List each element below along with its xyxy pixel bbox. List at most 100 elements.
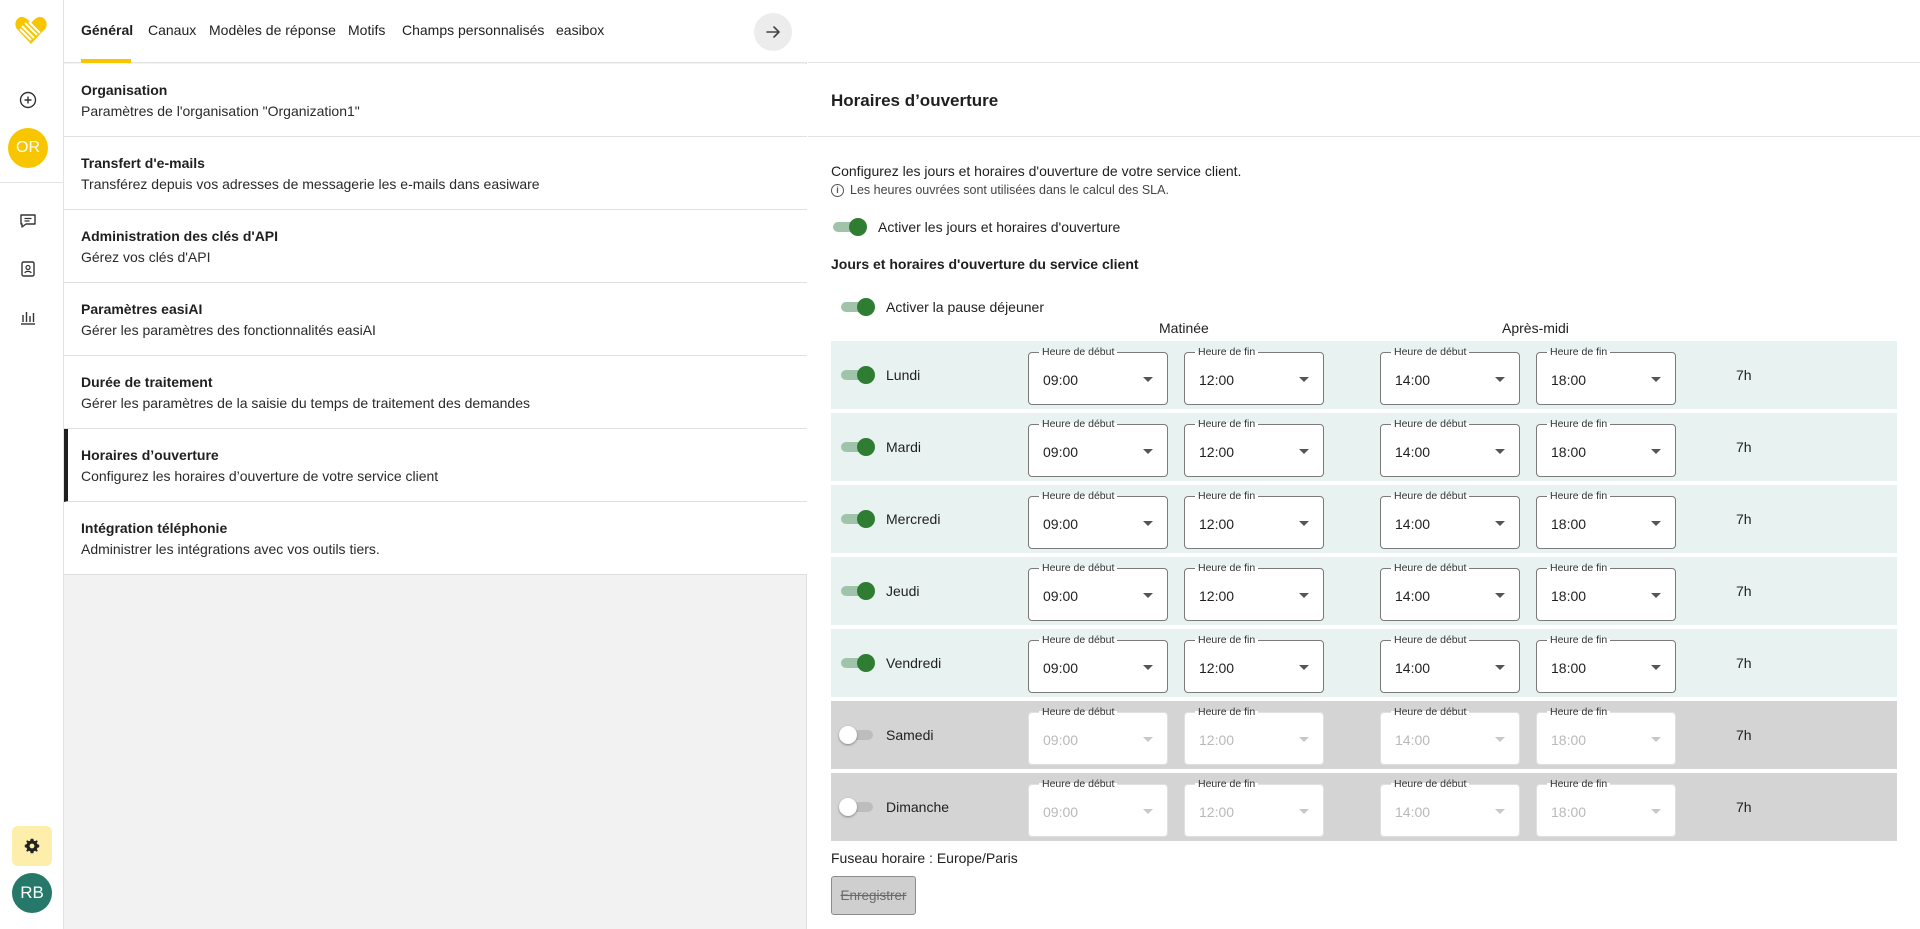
caret-down-icon	[1651, 737, 1661, 742]
morning-end-select[interactable]: Heure de fin 12:00	[1184, 634, 1324, 693]
afternoon-end-select: Heure de fin 18:00	[1536, 706, 1676, 765]
day-toggle[interactable]	[839, 798, 875, 816]
contacts-icon[interactable]	[19, 260, 37, 278]
caret-down-icon	[1143, 593, 1153, 598]
afternoon-start-select[interactable]: Heure de début 14:00	[1380, 634, 1520, 693]
settings-item-easiai[interactable]: Paramètres easiAI Gérer les paramètres d…	[64, 283, 807, 356]
afternoon-end-select[interactable]: Heure de fin 18:00	[1536, 490, 1676, 549]
caret-down-icon	[1299, 593, 1309, 598]
morning-start-select: Heure de début 09:00	[1028, 706, 1168, 765]
caret-down-icon	[1143, 521, 1153, 526]
section-title: Jours et horaires d'ouverture du service…	[831, 256, 1139, 272]
save-button[interactable]: Enregistrer	[831, 876, 916, 915]
day-toggle[interactable]	[839, 654, 875, 672]
enable-hours-toggle[interactable]	[831, 218, 867, 236]
caret-down-icon	[1651, 377, 1661, 382]
add-circle-icon[interactable]	[19, 91, 37, 109]
tab-champs-personnalises[interactable]: Champs personnalisés	[402, 22, 544, 38]
select-label: Heure de fin	[1195, 561, 1259, 575]
day-row-jeudi: Jeudi Heure de début 09:00 Heure de fin 12:0…	[831, 557, 1897, 625]
tab-canaux[interactable]: Canaux	[148, 22, 196, 38]
panel-topbar	[808, 0, 1920, 63]
sla-note-text: Les heures ouvrées sont utilisées dans l…	[850, 183, 1169, 197]
settings-item-desc: Administrer les intégrations avec vos ou…	[81, 541, 380, 557]
select-value: 18:00	[1551, 660, 1587, 676]
settings-item-title: Horaires d’ouverture	[81, 447, 219, 463]
select-label: Heure de fin	[1547, 345, 1611, 359]
day-total-hours: 7h	[1736, 727, 1752, 743]
afternoon-start-select[interactable]: Heure de début 14:00	[1380, 562, 1520, 621]
caret-down-icon	[1143, 449, 1153, 454]
morning-end-select[interactable]: Heure de fin 12:00	[1184, 562, 1324, 621]
page-title: Horaires d’ouverture	[831, 91, 999, 110]
select-value: 14:00	[1395, 516, 1431, 532]
day-name: Mardi	[886, 439, 922, 455]
morning-end-select[interactable]: Heure de fin 12:00	[1184, 490, 1324, 549]
day-toggle[interactable]	[839, 582, 875, 600]
settings-item-organisation[interactable]: Organisation Paramètres de l'organisatio…	[64, 64, 807, 137]
caret-down-icon	[1299, 377, 1309, 382]
settings-item-desc: Configurez les horaires d’ouverture de v…	[81, 468, 439, 484]
chat-icon[interactable]	[19, 212, 37, 230]
caret-down-icon	[1299, 665, 1309, 670]
select-label: Heure de début	[1039, 417, 1118, 431]
morning-end-select: Heure de fin 12:00	[1184, 778, 1324, 837]
user-avatar[interactable]: RB	[12, 873, 52, 913]
morning-start-select[interactable]: Heure de début 09:00	[1028, 490, 1168, 549]
morning-start-select[interactable]: Heure de début 09:00	[1028, 634, 1168, 693]
morning-start-select[interactable]: Heure de début 09:00	[1028, 418, 1168, 477]
day-row-dimanche: Dimanche Heure de début 09:00 Heure de fin 1…	[831, 773, 1897, 841]
tab-easibox[interactable]: easibox	[556, 22, 604, 38]
caret-down-icon	[1495, 665, 1505, 670]
afternoon-end-select[interactable]: Heure de fin 18:00	[1536, 562, 1676, 621]
settings-button[interactable]	[12, 826, 52, 866]
select-label: Heure de fin	[1195, 705, 1259, 719]
select-label: Heure de fin	[1547, 489, 1611, 503]
settings-item-title: Transfert d'e-mails	[81, 155, 205, 171]
morning-start-select[interactable]: Heure de début 09:00	[1028, 346, 1168, 405]
morning-end-select[interactable]: Heure de fin 12:00	[1184, 346, 1324, 405]
settings-item-horaires[interactable]: Horaires d’ouverture Configurez les hora…	[64, 429, 807, 502]
select-value: 14:00	[1395, 588, 1431, 604]
day-toggle[interactable]	[839, 510, 875, 528]
tab-general[interactable]: Général	[81, 22, 133, 38]
select-value: 09:00	[1043, 516, 1079, 532]
select-label: Heure de fin	[1547, 633, 1611, 647]
afternoon-end-select[interactable]: Heure de fin 18:00	[1536, 634, 1676, 693]
tab-modeles-de-reponse[interactable]: Modèles de réponse	[209, 22, 336, 38]
caret-down-icon	[1651, 593, 1661, 598]
afternoon-end-select[interactable]: Heure de fin 18:00	[1536, 346, 1676, 405]
settings-item-cles-api[interactable]: Administration des clés d'API Gérez vos …	[64, 210, 807, 283]
select-value: 14:00	[1395, 732, 1431, 748]
day-toggle[interactable]	[839, 438, 875, 456]
select-value: 18:00	[1551, 732, 1587, 748]
afternoon-start-select[interactable]: Heure de début 14:00	[1380, 490, 1520, 549]
afternoon-end-select[interactable]: Heure de fin 18:00	[1536, 418, 1676, 477]
morning-start-select[interactable]: Heure de début 09:00	[1028, 562, 1168, 621]
heart-logo-icon[interactable]	[14, 14, 48, 46]
settings-item-transfert-emails[interactable]: Transfert d'e-mails Transférez depuis vo…	[64, 137, 807, 210]
select-value: 09:00	[1043, 660, 1079, 676]
select-value: 18:00	[1551, 372, 1587, 388]
organization-avatar[interactable]: OR	[8, 128, 48, 168]
select-label: Heure de début	[1391, 705, 1470, 719]
afternoon-start-select[interactable]: Heure de début 14:00	[1380, 418, 1520, 477]
caret-down-icon	[1495, 449, 1505, 454]
settings-item-telephonie[interactable]: Intégration téléphonie Administrer les i…	[64, 502, 807, 575]
day-toggle[interactable]	[839, 726, 875, 744]
settings-tabs: Général Canaux Modèles de réponse Motifs…	[64, 0, 807, 63]
enable-lunch-toggle[interactable]	[839, 298, 875, 316]
caret-down-icon	[1299, 449, 1309, 454]
afternoon-start-select: Heure de début 14:00	[1380, 778, 1520, 837]
select-label: Heure de début	[1039, 777, 1118, 791]
tab-motifs[interactable]: Motifs	[348, 22, 385, 38]
morning-end-select[interactable]: Heure de fin 12:00	[1184, 418, 1324, 477]
day-toggle[interactable]	[839, 366, 875, 384]
select-value: 09:00	[1043, 588, 1079, 604]
next-tabs-button[interactable]	[754, 13, 792, 51]
caret-down-icon	[1495, 737, 1505, 742]
afternoon-start-select[interactable]: Heure de début 14:00	[1380, 346, 1520, 405]
select-label: Heure de fin	[1195, 417, 1259, 431]
settings-item-duree-traitement[interactable]: Durée de traitement Gérer les paramètres…	[64, 356, 807, 429]
stats-icon[interactable]	[19, 308, 37, 326]
